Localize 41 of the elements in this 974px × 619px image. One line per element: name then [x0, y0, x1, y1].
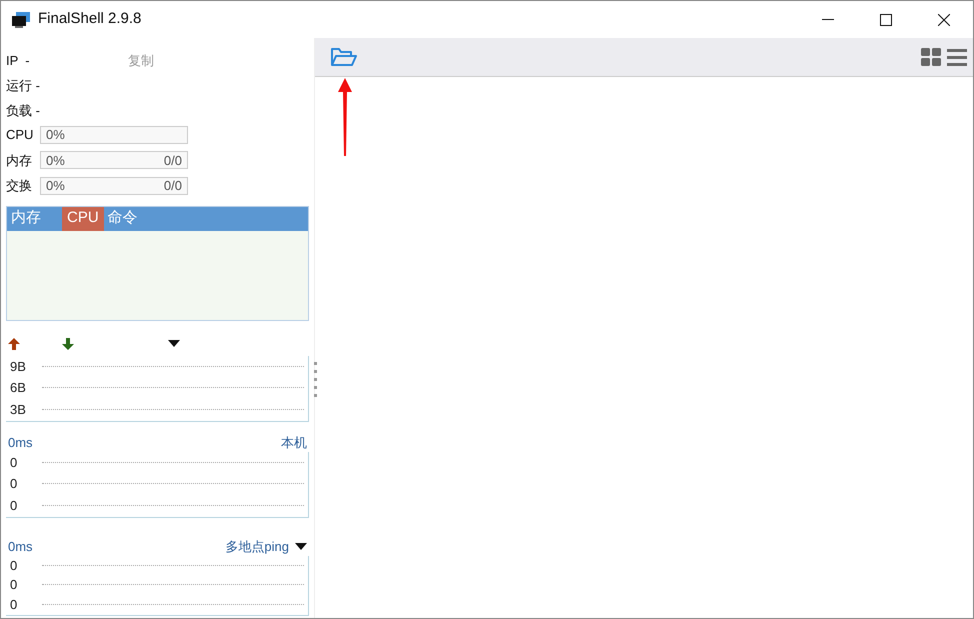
axis-label: 0	[9, 454, 18, 472]
axis-label: 0	[9, 596, 18, 614]
meter-percent: 0%	[46, 126, 65, 144]
meter-percent: 0%	[46, 152, 65, 170]
latency-reading: 0ms	[8, 538, 33, 556]
axis-label: 3B	[9, 400, 27, 419]
meter-percent: 0%	[46, 177, 65, 195]
meter-label: CPU	[6, 126, 34, 144]
maximize-icon	[880, 14, 892, 26]
info-line: 运行 -	[6, 76, 41, 95]
axis-label: 0	[9, 496, 18, 515]
axis-label: 6B	[9, 379, 27, 398]
minimize-icon	[822, 19, 834, 20]
upload-arrow-icon	[8, 338, 20, 350]
list-view-icon[interactable]	[947, 48, 967, 66]
latency-target[interactable]: 多地点ping	[225, 536, 289, 556]
grid-view-icon[interactable]	[921, 48, 941, 66]
meter-usage: 0/0	[164, 152, 182, 170]
info-line: 负载 -	[6, 102, 41, 120]
resize-handle-icon[interactable]	[314, 362, 317, 398]
info-line: IP -	[6, 52, 31, 70]
meter-usage: 0/0	[164, 177, 182, 195]
column-header[interactable]: 内存	[7, 206, 62, 230]
download-arrow-icon	[62, 338, 74, 350]
meter-label: 交换	[6, 177, 33, 195]
folder-icon[interactable]	[331, 47, 357, 67]
app-icon	[12, 12, 30, 28]
column-header[interactable]: CPU	[62, 206, 104, 230]
dropdown-icon[interactable]	[295, 543, 307, 550]
axis-label: 0	[9, 556, 18, 575]
copy-button[interactable]: 复制	[128, 50, 154, 70]
latency-target[interactable]: 本机	[281, 432, 307, 452]
latency-reading: 0ms	[8, 434, 33, 452]
window-title: FinalShell 2.9.8	[38, 9, 142, 30]
axis-label: 0	[9, 576, 18, 594]
meter-label: 内存	[6, 152, 33, 170]
dropdown-icon[interactable]	[168, 340, 180, 347]
axis-label: 9B	[9, 358, 27, 376]
close-icon	[938, 14, 950, 26]
column-header[interactable]: 命令	[104, 206, 142, 230]
axis-label: 0	[9, 475, 18, 494]
